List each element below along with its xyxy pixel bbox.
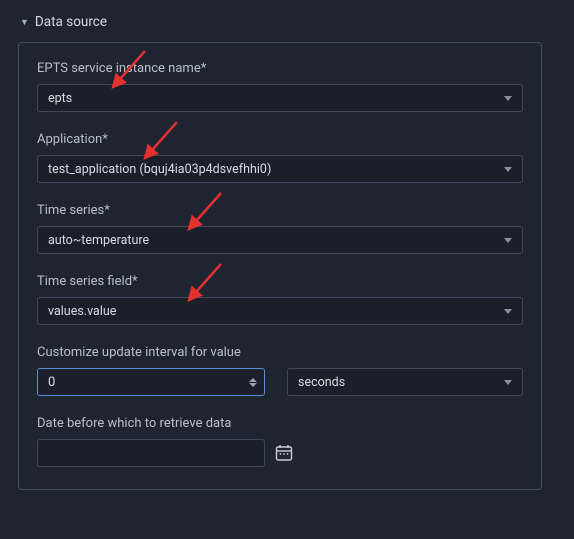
label-service-instance: EPTS service instance name* <box>37 61 523 76</box>
select-interval-unit[interactable]: seconds <box>287 368 523 396</box>
label-update-interval: Customize update interval for value <box>37 345 523 360</box>
select-application[interactable]: test_application (bquj4ia03p4dsvefhhi0) <box>37 155 523 183</box>
field-service-instance: EPTS service instance name* epts <box>37 61 523 112</box>
stepper-down-icon <box>249 383 257 387</box>
number-stepper[interactable] <box>246 378 260 387</box>
select-value: values.value <box>48 304 116 319</box>
field-time-series: Time series* auto~temperature <box>37 203 523 254</box>
select-time-series[interactable]: auto~temperature <box>37 226 523 254</box>
collapse-icon: ▼ <box>20 17 29 28</box>
label-time-series: Time series* <box>37 203 523 218</box>
chevron-down-icon <box>504 380 512 385</box>
stepper-up-icon <box>249 378 257 382</box>
field-time-series-field: Time series field* values.value <box>37 274 523 325</box>
calendar-icon[interactable] <box>275 444 293 462</box>
input-value: 0 <box>48 375 55 390</box>
field-application: Application* test_application (bquj4ia03… <box>37 132 523 183</box>
field-update-interval: Customize update interval for value 0 se… <box>37 345 523 396</box>
select-time-series-field[interactable]: values.value <box>37 297 523 325</box>
input-retrieve-date[interactable] <box>37 439 265 467</box>
section-title: Data source <box>35 14 107 30</box>
label-application: Application* <box>37 132 523 147</box>
select-value: seconds <box>298 375 345 390</box>
select-service-instance[interactable]: epts <box>37 84 523 112</box>
select-value: auto~temperature <box>48 233 149 248</box>
chevron-down-icon <box>504 96 512 101</box>
field-retrieve-date: Date before which to retrieve data <box>37 416 523 467</box>
chevron-down-icon <box>504 167 512 172</box>
chevron-down-icon <box>504 309 512 314</box>
select-value: test_application (bquj4ia03p4dsvefhhi0) <box>48 162 271 177</box>
chevron-down-icon <box>504 238 512 243</box>
input-update-interval[interactable]: 0 <box>37 368 265 396</box>
label-retrieve-date: Date before which to retrieve data <box>37 416 523 431</box>
select-value: epts <box>48 91 72 106</box>
data-source-panel: EPTS service instance name* epts Applica… <box>18 42 542 490</box>
label-time-series-field: Time series field* <box>37 274 523 289</box>
section-header[interactable]: ▼ Data source <box>18 10 556 42</box>
